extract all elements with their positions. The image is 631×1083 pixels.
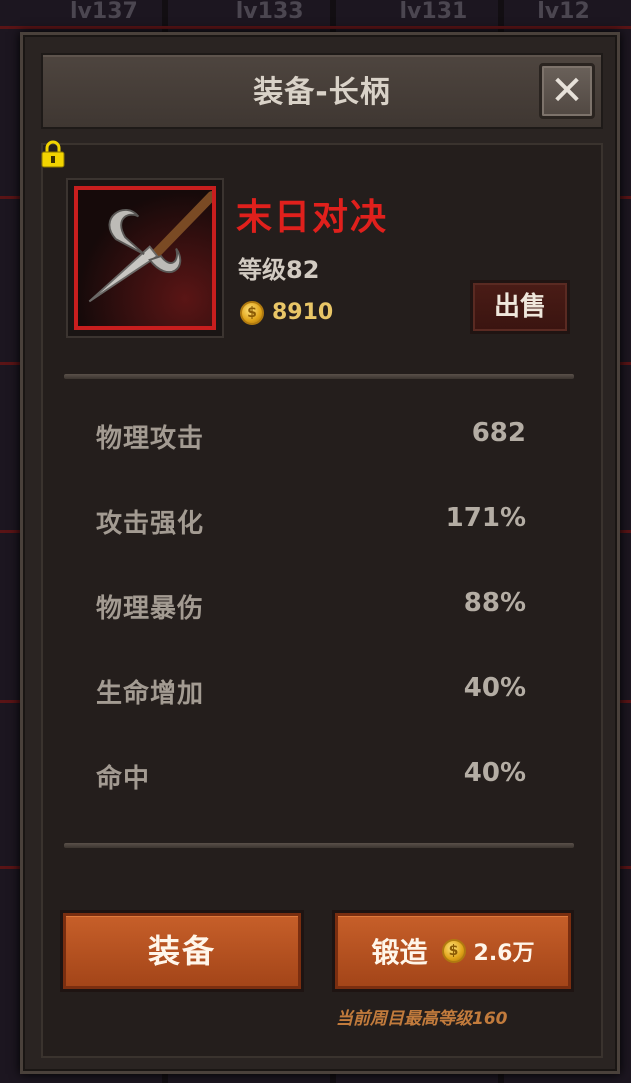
close-button[interactable]: ✕ [539,63,595,119]
max-level-note: 当前周目最高等级160 [336,1009,508,1029]
close-icon: ✕ [550,68,584,114]
stat-row: 攻击强化 171% [96,491,526,576]
sell-button[interactable]: 出售 [470,280,570,334]
inventory-divider [0,26,631,29]
inventory-level: lv137 [70,0,138,24]
stat-label: 物理暴伤 [96,594,205,624]
stat-value: 40% [463,758,526,788]
forge-label: 锻造 [371,936,428,969]
stat-row: 物理攻击 682 [96,406,526,491]
stat-row: 生命增加 40% [96,661,526,746]
stat-row: 物理暴伤 88% [96,576,526,661]
gold-coin-icon: $ [441,939,466,963]
forge-button[interactable]: 锻造 $ 2.6万 [332,910,574,992]
equip-button[interactable]: 装备 [60,910,304,992]
dialog-title: 装备-长柄 [253,75,391,110]
inventory-level: lv133 [235,0,304,24]
stat-value: 40% [463,673,526,703]
item-price: $ 8910 [240,300,333,325]
stat-label: 生命增加 [96,679,205,709]
item-level: 等级82 [238,256,320,284]
gold-coin-icon: $ [240,300,264,325]
lock-icon[interactable] [40,140,66,168]
halberd-icon [88,191,217,303]
inventory-level-row: lv137 lv133 lv131 lv12 [0,0,631,28]
forge-cost: $ 2.6万 [441,935,535,967]
inventory-level: lv131 [399,0,468,24]
stat-label: 物理攻击 [96,424,205,454]
section-divider [64,843,574,848]
item-rarity-frame [74,186,217,330]
item-slot[interactable] [66,178,224,338]
stats-list: 物理攻击 682 攻击强化 171% 物理暴伤 88% 生命增加 40% 命中 … [96,406,526,831]
forge-cost-value: 2.6万 [473,941,535,966]
item-name: 末日对决 [236,197,389,238]
stat-value: 171% [445,503,526,533]
stat-row: 命中 40% [96,746,526,831]
price-value: 8910 [272,300,334,325]
stat-label: 攻击强化 [96,509,205,539]
stat-value: 88% [463,588,526,618]
inventory-level: lv12 [537,0,590,24]
dialog-header: 装备-长柄 ✕ [41,53,603,129]
stat-value: 682 [471,418,526,448]
section-divider [64,374,574,379]
stat-label: 命中 [96,764,151,794]
